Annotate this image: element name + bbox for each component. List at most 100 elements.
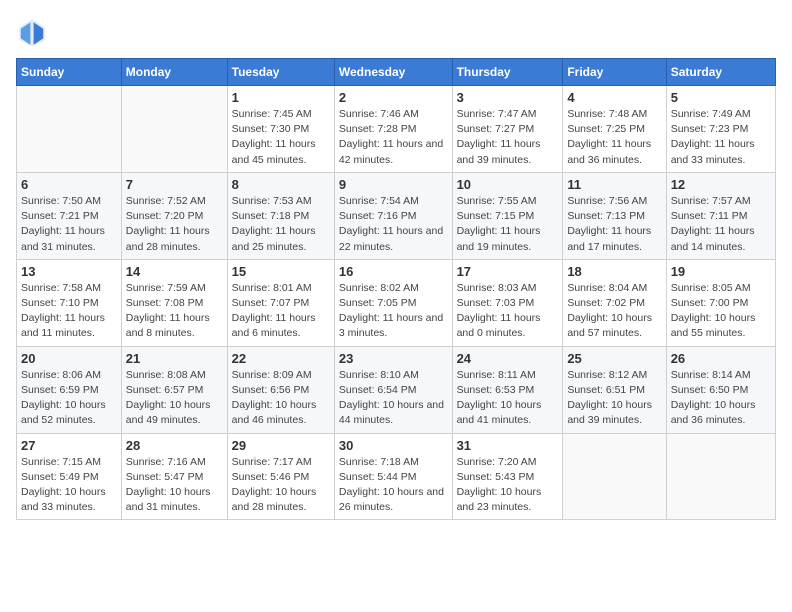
day-number: 28	[126, 438, 223, 453]
day-info: Sunrise: 8:05 AMSunset: 7:00 PMDaylight:…	[671, 281, 771, 342]
day-number: 31	[457, 438, 559, 453]
day-number: 29	[232, 438, 330, 453]
calendar-cell: 26 Sunrise: 8:14 AMSunset: 6:50 PMDayligh…	[666, 346, 775, 433]
day-number: 27	[21, 438, 117, 453]
week-row-2: 6Sunrise: 7:50 AMSunset: 7:21 PMDaylight…	[17, 172, 776, 259]
day-info: Sunrise: 8:02 AMSunset: 7:05 PMDaylight:…	[339, 281, 448, 342]
day-info: Sunrise: 7:17 AMSunset: 5:46 PMDaylight:…	[232, 455, 330, 516]
day-number: 10	[457, 177, 559, 192]
day-info: Sunrise: 7:53 AMSunset: 7:18 PMDaylight:…	[232, 194, 330, 255]
day-info: Sunrise: 7:45 AMSunset: 7:30 PMDaylight:…	[232, 107, 330, 168]
day-number: 19	[671, 264, 771, 279]
day-info: Sunrise: 7:54 AMSunset: 7:16 PMDaylight:…	[339, 194, 448, 255]
day-number: 2	[339, 90, 448, 105]
day-number: 1	[232, 90, 330, 105]
day-number: 20	[21, 351, 117, 366]
day-info: Sunrise: 8:12 AMSunset: 6:51 PMDaylight:…	[567, 368, 661, 429]
day-info: Sunrise: 8:01 AMSunset: 7:07 PMDaylight:…	[232, 281, 330, 342]
day-number: 24	[457, 351, 559, 366]
calendar-cell: 4 Sunrise: 7:48 AMSunset: 7:25 PMDaylight…	[563, 86, 666, 173]
calendar-cell: 14 Sunrise: 7:59 AMSunset: 7:08 PMDayligh…	[121, 259, 227, 346]
day-number: 16	[339, 264, 448, 279]
calendar-cell: 21 Sunrise: 8:08 AMSunset: 6:57 PMDayligh…	[121, 346, 227, 433]
week-row-5: 27 Sunrise: 7:15 AMSunset: 5:49 PMDayligh…	[17, 433, 776, 520]
day-info: Sunrise: 8:04 AMSunset: 7:02 PMDaylight:…	[567, 281, 661, 342]
day-number: 25	[567, 351, 661, 366]
calendar-cell: 5 Sunrise: 7:49 AMSunset: 7:23 PMDaylight…	[666, 86, 775, 173]
calendar-cell: 13 Sunrise: 7:58 AMSunset: 7:10 PMDayligh…	[17, 259, 122, 346]
week-row-1: 1 Sunrise: 7:45 AMSunset: 7:30 PMDaylight…	[17, 86, 776, 173]
day-info: Sunrise: 7:18 AMSunset: 5:44 PMDaylight:…	[339, 455, 448, 516]
day-info: Sunrise: 7:15 AMSunset: 5:49 PMDaylight:…	[21, 455, 117, 516]
day-number: 14	[126, 264, 223, 279]
day-info: Sunrise: 7:16 AMSunset: 5:47 PMDaylight:…	[126, 455, 223, 516]
day-number: 5	[671, 90, 771, 105]
page-header	[16, 16, 776, 48]
calendar-cell	[17, 86, 122, 173]
day-info: Sunrise: 7:49 AMSunset: 7:23 PMDaylight:…	[671, 107, 771, 168]
day-number: 9	[339, 177, 448, 192]
weekday-header-thursday: Thursday	[452, 59, 563, 86]
calendar-cell: 30 Sunrise: 7:18 AMSunset: 5:44 PMDayligh…	[334, 433, 452, 520]
day-number: 3	[457, 90, 559, 105]
day-info: Sunrise: 7:57 AMSunset: 7:11 PMDaylight:…	[671, 194, 771, 255]
day-info: Sunrise: 7:55 AMSunset: 7:15 PMDaylight:…	[457, 194, 559, 255]
calendar-cell: 24Sunrise: 8:11 AMSunset: 6:53 PMDayligh…	[452, 346, 563, 433]
day-info: Sunrise: 7:58 AMSunset: 7:10 PMDaylight:…	[21, 281, 117, 342]
weekday-header-wednesday: Wednesday	[334, 59, 452, 86]
day-info: Sunrise: 7:46 AMSunset: 7:28 PMDaylight:…	[339, 107, 448, 168]
calendar-cell: 8 Sunrise: 7:53 AMSunset: 7:18 PMDaylight…	[227, 172, 334, 259]
day-info: Sunrise: 7:52 AMSunset: 7:20 PMDaylight:…	[126, 194, 223, 255]
week-row-3: 13 Sunrise: 7:58 AMSunset: 7:10 PMDayligh…	[17, 259, 776, 346]
day-number: 4	[567, 90, 661, 105]
day-number: 21	[126, 351, 223, 366]
day-number: 12	[671, 177, 771, 192]
calendar-cell: 27 Sunrise: 7:15 AMSunset: 5:49 PMDayligh…	[17, 433, 122, 520]
calendar-cell: 17 Sunrise: 8:03 AMSunset: 7:03 PMDayligh…	[452, 259, 563, 346]
weekday-header-monday: Monday	[121, 59, 227, 86]
day-info: Sunrise: 8:06 AMSunset: 6:59 PMDaylight:…	[21, 368, 117, 429]
weekday-header-saturday: Saturday	[666, 59, 775, 86]
day-number: 13	[21, 264, 117, 279]
weekday-header-sunday: Sunday	[17, 59, 122, 86]
calendar-cell: 20 Sunrise: 8:06 AMSunset: 6:59 PMDayligh…	[17, 346, 122, 433]
day-info: Sunrise: 8:08 AMSunset: 6:57 PMDaylight:…	[126, 368, 223, 429]
calendar-cell: 1 Sunrise: 7:45 AMSunset: 7:30 PMDaylight…	[227, 86, 334, 173]
calendar-cell: 22Sunrise: 8:09 AMSunset: 6:56 PMDayligh…	[227, 346, 334, 433]
calendar-cell: 9 Sunrise: 7:54 AMSunset: 7:16 PMDaylight…	[334, 172, 452, 259]
day-info: Sunrise: 8:14 AMSunset: 6:50 PMDaylight:…	[671, 368, 771, 429]
calendar-cell: 19 Sunrise: 8:05 AMSunset: 7:00 PMDayligh…	[666, 259, 775, 346]
day-number: 17	[457, 264, 559, 279]
calendar-cell: 25 Sunrise: 8:12 AMSunset: 6:51 PMDayligh…	[563, 346, 666, 433]
week-row-4: 20 Sunrise: 8:06 AMSunset: 6:59 PMDayligh…	[17, 346, 776, 433]
calendar-cell	[121, 86, 227, 173]
calendar-cell: 23Sunrise: 8:10 AMSunset: 6:54 PMDayligh…	[334, 346, 452, 433]
weekday-header-friday: Friday	[563, 59, 666, 86]
calendar-cell: 16 Sunrise: 8:02 AMSunset: 7:05 PMDayligh…	[334, 259, 452, 346]
calendar-table: SundayMondayTuesdayWednesdayThursdayFrid…	[16, 58, 776, 520]
day-number: 23	[339, 351, 448, 366]
calendar-cell: 6Sunrise: 7:50 AMSunset: 7:21 PMDaylight…	[17, 172, 122, 259]
calendar-cell: 29 Sunrise: 7:17 AMSunset: 5:46 PMDayligh…	[227, 433, 334, 520]
logo-icon	[16, 16, 48, 48]
day-info: Sunrise: 7:20 AMSunset: 5:43 PMDaylight:…	[457, 455, 559, 516]
day-number: 30	[339, 438, 448, 453]
day-number: 11	[567, 177, 661, 192]
logo	[16, 16, 52, 48]
day-info: Sunrise: 7:59 AMSunset: 7:08 PMDaylight:…	[126, 281, 223, 342]
day-number: 18	[567, 264, 661, 279]
day-number: 26	[671, 351, 771, 366]
day-number: 8	[232, 177, 330, 192]
calendar-cell: 28 Sunrise: 7:16 AMSunset: 5:47 PMDayligh…	[121, 433, 227, 520]
calendar-cell: 7Sunrise: 7:52 AMSunset: 7:20 PMDaylight…	[121, 172, 227, 259]
day-info: Sunrise: 7:48 AMSunset: 7:25 PMDaylight:…	[567, 107, 661, 168]
day-info: Sunrise: 8:03 AMSunset: 7:03 PMDaylight:…	[457, 281, 559, 342]
calendar-cell	[666, 433, 775, 520]
calendar-cell: 2 Sunrise: 7:46 AMSunset: 7:28 PMDaylight…	[334, 86, 452, 173]
calendar-cell: 3 Sunrise: 7:47 AMSunset: 7:27 PMDaylight…	[452, 86, 563, 173]
calendar-cell: 10 Sunrise: 7:55 AMSunset: 7:15 PMDayligh…	[452, 172, 563, 259]
calendar-cell: 15Sunrise: 8:01 AMSunset: 7:07 PMDayligh…	[227, 259, 334, 346]
weekday-header-tuesday: Tuesday	[227, 59, 334, 86]
day-info: Sunrise: 7:47 AMSunset: 7:27 PMDaylight:…	[457, 107, 559, 168]
day-number: 6	[21, 177, 117, 192]
